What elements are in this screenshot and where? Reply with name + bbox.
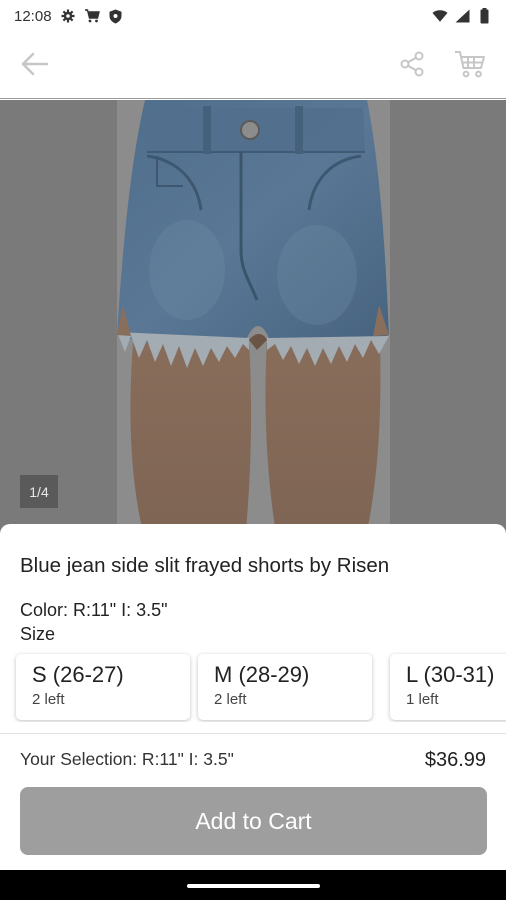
product-photo	[117, 100, 390, 540]
home-indicator[interactable]	[187, 884, 320, 888]
price: $36.99	[424, 749, 486, 771]
color-label: Color: R:11" I: 3.5"	[20, 600, 168, 620]
size-stock: 2 left	[214, 691, 247, 708]
size-stock: 1 left	[406, 691, 439, 708]
size-option-l[interactable]: L (30-31) 1 left	[390, 654, 506, 720]
system-nav-bar	[0, 870, 506, 900]
battery-icon	[476, 8, 492, 24]
back-button[interactable]	[16, 48, 52, 84]
size-option-m[interactable]: M (28-29) 2 left	[198, 654, 372, 720]
wifi-icon	[432, 8, 448, 24]
size-option-s[interactable]: S (26-27) 2 left	[16, 654, 190, 720]
product-title: Blue jean side slit frayed shorts by Ris…	[20, 554, 390, 577]
status-bar: 12:08	[0, 0, 506, 32]
shopping-cart-icon	[454, 49, 486, 84]
size-stock: 2 left	[32, 691, 65, 708]
gear-icon	[60, 8, 76, 24]
product-image-gallery[interactable]: 1/4	[0, 100, 506, 540]
cart-button[interactable]	[450, 48, 490, 84]
image-counter: 1/4	[20, 475, 58, 508]
selection-summary: Your Selection: R:11" I: 3.5"	[20, 749, 234, 769]
status-right	[432, 8, 492, 24]
product-options-sheet: Blue jean side slit frayed shorts by Ris…	[0, 524, 506, 870]
status-left: 12:08	[14, 8, 124, 25]
size-name: L (30-31)	[406, 662, 495, 687]
size-label: Size	[20, 624, 56, 644]
signal-icon	[454, 8, 470, 24]
app-bar	[0, 32, 506, 99]
share-button[interactable]	[394, 48, 430, 84]
shield-icon	[108, 8, 124, 24]
size-name: M (28-29)	[214, 662, 310, 687]
size-name: S (26-27)	[32, 662, 124, 687]
divider	[0, 733, 506, 734]
share-icon	[398, 50, 426, 83]
size-options: S (26-27) 2 left M (28-29) 2 left L (30-…	[0, 652, 506, 722]
status-time: 12:08	[14, 7, 52, 25]
arrow-left-icon	[19, 51, 49, 82]
add-to-cart-button[interactable]: Add to Cart	[20, 787, 487, 855]
cart-icon	[84, 8, 100, 24]
